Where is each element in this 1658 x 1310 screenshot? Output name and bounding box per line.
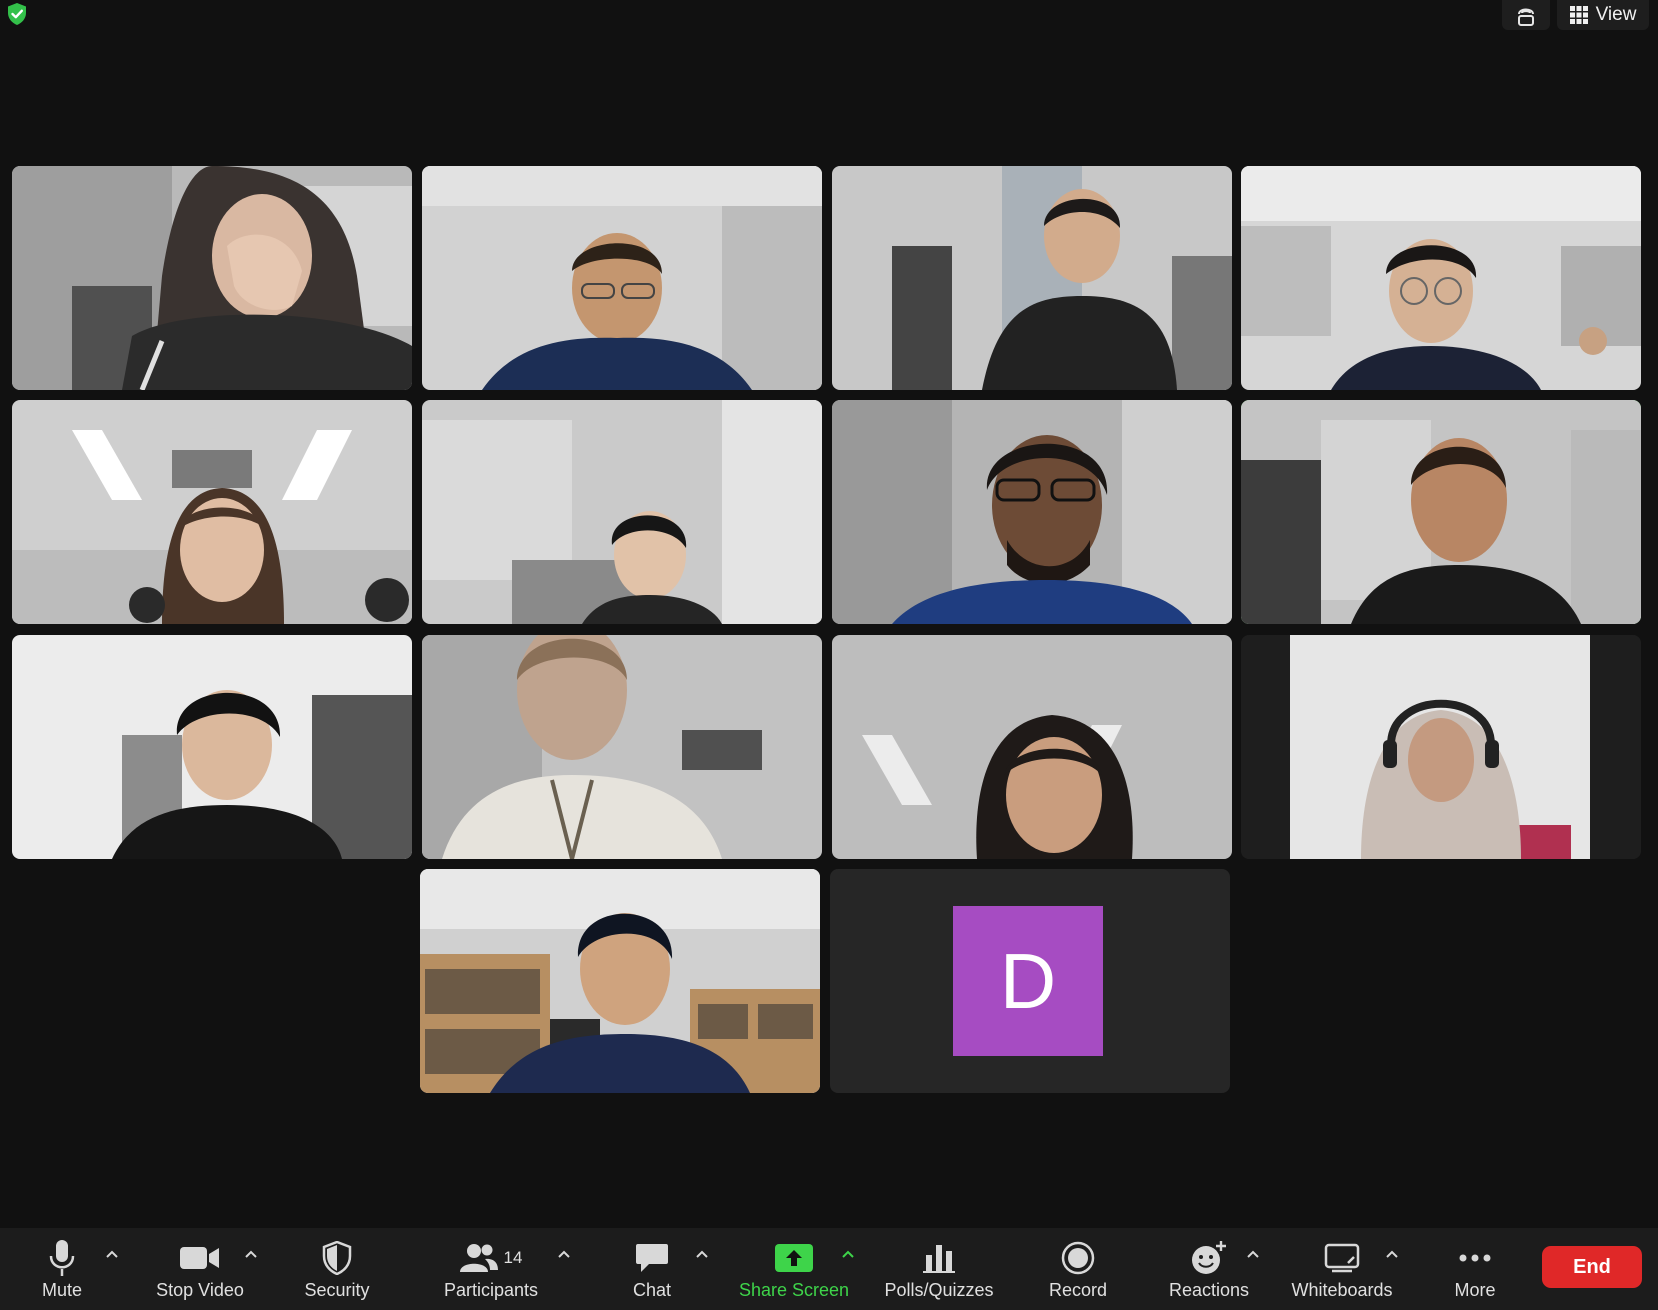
record-button[interactable]: Record <box>1040 1228 1116 1310</box>
caret-up-icon[interactable] <box>694 1248 710 1260</box>
video-feed <box>1241 400 1641 624</box>
participant-video-tile[interactable] <box>422 635 822 859</box>
share-screen-button[interactable]: Share Screen <box>732 1228 856 1310</box>
more-icon <box>1459 1254 1491 1262</box>
participant-video-tile[interactable] <box>1241 635 1641 859</box>
reactions-label: Reactions <box>1168 1280 1250 1300</box>
video-feed <box>422 166 822 390</box>
participant-video-tile[interactable] <box>422 166 822 390</box>
stop-video-button[interactable]: Stop Video <box>148 1228 252 1310</box>
security-label: Security <box>304 1280 370 1300</box>
video-feed <box>12 400 412 624</box>
record-label: Record <box>1048 1280 1108 1300</box>
video-feed <box>1241 166 1641 390</box>
participant-video-tile[interactable] <box>1241 166 1641 390</box>
participant-video-tile[interactable] <box>420 869 820 1093</box>
video-feed <box>12 166 412 390</box>
camera-icon <box>180 1247 219 1269</box>
polls-quizzes-button[interactable]: Polls/Quizzes <box>874 1228 1004 1310</box>
mute-label: Mute <box>41 1280 83 1300</box>
video-feed <box>832 635 1232 859</box>
meeting-controls: Mute Stop Video Security 14 Participants… <box>0 1228 1658 1310</box>
polls-icon <box>923 1245 955 1273</box>
participant-video-tile[interactable] <box>12 400 412 624</box>
reactions-button[interactable]: Reactions <box>1160 1228 1258 1310</box>
caret-up-icon[interactable] <box>556 1248 572 1260</box>
whiteboards-button[interactable]: Whiteboards <box>1282 1228 1402 1310</box>
end-label: End <box>1573 1255 1611 1278</box>
video-feed <box>832 166 1232 390</box>
end-meeting-button[interactable]: End <box>1542 1246 1642 1288</box>
participants-label: Participants <box>443 1280 539 1300</box>
video-feed <box>420 869 820 1093</box>
participants-icon <box>459 1244 498 1272</box>
caret-up-icon[interactable] <box>1384 1248 1400 1260</box>
record-icon <box>1061 1241 1095 1275</box>
participant-video-tile[interactable] <box>12 635 412 859</box>
participant-video-tile[interactable] <box>832 400 1232 624</box>
video-feed <box>12 635 412 859</box>
caret-up-icon[interactable] <box>104 1248 120 1260</box>
participant-video-tile[interactable] <box>832 635 1232 859</box>
participant-video-tile[interactable] <box>422 400 822 624</box>
participant-avatar-tile[interactable]: D <box>830 869 1230 1093</box>
avatar-initial: D <box>999 936 1057 1025</box>
participant-video-tile-active-speaker[interactable] <box>1241 400 1641 624</box>
share-arrow-icon <box>775 1244 813 1272</box>
stop-video-label: Stop Video <box>156 1280 244 1300</box>
shield-icon <box>322 1241 352 1275</box>
chat-button[interactable]: Chat <box>618 1228 686 1310</box>
security-button[interactable]: Security <box>292 1228 382 1310</box>
share-screen-label: Share Screen <box>738 1280 850 1300</box>
participant-video-tile[interactable] <box>832 166 1232 390</box>
caret-up-icon[interactable] <box>1245 1248 1261 1260</box>
participants-button[interactable]: 14 Participants <box>435 1228 547 1310</box>
participant-avatar: D <box>953 906 1103 1056</box>
whiteboards-label: Whiteboards <box>1291 1280 1393 1300</box>
chat-icon <box>636 1244 668 1272</box>
whiteboard-icon <box>1324 1243 1360 1273</box>
polls-quizzes-label: Polls/Quizzes <box>884 1280 994 1300</box>
video-feed <box>1241 635 1641 859</box>
chat-label: Chat <box>632 1280 672 1300</box>
participants-count: 14 <box>503 1248 523 1267</box>
participant-video-tile[interactable] <box>12 166 412 390</box>
caret-up-icon[interactable] <box>840 1248 856 1260</box>
video-feed <box>422 400 822 624</box>
mute-button[interactable]: Mute <box>28 1228 96 1310</box>
more-label: More <box>1454 1280 1496 1300</box>
video-gallery: D <box>0 0 1658 1180</box>
video-feed <box>832 400 1232 624</box>
microphone-icon <box>49 1240 75 1276</box>
video-feed <box>422 635 822 859</box>
more-button[interactable]: More <box>1440 1228 1510 1310</box>
reactions-icon <box>1192 1241 1226 1274</box>
caret-up-icon[interactable] <box>243 1248 259 1260</box>
